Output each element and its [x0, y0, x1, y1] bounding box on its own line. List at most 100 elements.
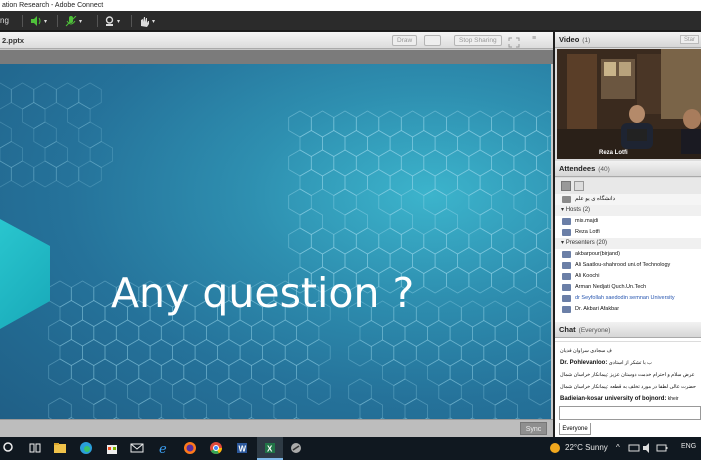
breakout-view-icon[interactable] — [574, 181, 584, 191]
presenter-row[interactable]: Ali Saatlou-shahrood uni.of Technology — [555, 260, 701, 271]
hexagon-outline — [483, 378, 507, 406]
draw-button[interactable]: Draw — [392, 35, 418, 46]
hexagon-outline — [273, 358, 297, 386]
hexagon-outline — [412, 130, 436, 157]
hexagon-outline — [472, 359, 496, 386]
hexagon-outline — [82, 378, 106, 405]
microphone-button[interactable]: ▾ — [65, 14, 82, 28]
chat-message: Badieian-kosar university of bojnord: kh… — [555, 393, 701, 405]
presenter-row[interactable]: Ali Koochi — [555, 271, 701, 282]
hexagon-outline — [524, 169, 549, 196]
mail-icon[interactable] — [130, 441, 144, 455]
host-name: Reza Lotfi — [575, 229, 600, 235]
pointer-button[interactable] — [424, 35, 441, 46]
hexagon-outline — [460, 300, 485, 328]
pod-options-icon[interactable]: ≡ — [532, 35, 536, 42]
input-language[interactable]: ENG — [681, 443, 696, 450]
app-icon[interactable] — [289, 441, 303, 455]
store-icon[interactable] — [105, 441, 119, 455]
list-view-icon[interactable] — [561, 181, 571, 191]
hexagon-outline — [404, 320, 428, 347]
hexagon-outline — [490, 266, 515, 294]
hexagon-outline — [445, 110, 470, 138]
hexagon-outline — [0, 82, 12, 110]
host-row[interactable]: Reza Lotfi — [555, 227, 701, 238]
search-icon[interactable] — [2, 441, 16, 455]
hexagon-outline — [217, 378, 241, 405]
weather-label[interactable]: 22°C Sunny — [565, 443, 608, 452]
battery-icon[interactable] — [656, 442, 668, 454]
hexagon-outline — [423, 227, 447, 255]
chat-tab-everyone[interactable]: Everyone — [559, 423, 591, 435]
internet-explorer-icon[interactable]: e — [157, 441, 171, 455]
hexagon-outline — [412, 169, 436, 196]
hexagon-outline — [449, 320, 474, 347]
hexagon-outline — [468, 188, 492, 216]
chrome-icon[interactable] — [209, 441, 223, 455]
list-item[interactable]: دانشگاه ی یو علم — [555, 194, 701, 205]
presenter-row[interactable]: dr Seyfollah saedodin semnan University — [555, 293, 701, 304]
word-icon[interactable]: W — [235, 441, 249, 455]
chat-message: حضرت عالی لطفا در مورد تخلف به قطعه :پیم… — [555, 381, 701, 393]
hexagon-outline — [393, 378, 417, 406]
hexagon-outline — [517, 320, 541, 347]
hexagon-outline — [412, 247, 436, 274]
hexagon-outline — [48, 319, 72, 347]
volume-icon[interactable] — [642, 442, 654, 454]
task-view-icon[interactable] — [28, 441, 42, 455]
hexagon-outline — [194, 339, 219, 366]
chat-input[interactable] — [559, 406, 701, 420]
presenter-row[interactable]: Arman Nedjati Quch.Un.Tech — [555, 282, 701, 293]
firefox-icon[interactable] — [183, 441, 197, 455]
attendees-pod-title: Attendees — [559, 164, 596, 173]
hexagon-outline — [355, 227, 380, 255]
presenter-row[interactable]: akbarpour(birjand) — [555, 249, 701, 260]
presenter-row[interactable]: Dr. Akbari Afakbar — [555, 304, 701, 315]
file-explorer-icon[interactable] — [53, 441, 67, 455]
hexagon-outline — [217, 339, 241, 366]
hosts-group-header[interactable]: ▾ Hosts (2) — [555, 205, 701, 216]
hexagon-outline — [423, 110, 447, 138]
weather-sun-icon[interactable] — [549, 442, 561, 454]
share-pod: 2.pptx Draw Stop Sharing ≡ Any question … — [0, 32, 553, 437]
presenters-group-header[interactable]: ▾ Presenters (20) — [555, 238, 701, 249]
toolbar-separator — [57, 15, 58, 27]
hexagon-outline — [438, 378, 462, 406]
hexagon-outline — [348, 339, 372, 367]
hexagon-outline — [82, 300, 106, 327]
hexagon-outline — [205, 319, 230, 347]
speaker-icon — [31, 16, 41, 26]
hexagon-outline — [513, 266, 537, 294]
hexagon-outline — [445, 149, 470, 177]
network-icon[interactable] — [628, 442, 640, 454]
speaker-button[interactable]: ▾ — [30, 14, 47, 28]
presenter-user-icon — [562, 284, 571, 291]
stop-sharing-button[interactable]: Stop Sharing — [454, 35, 502, 46]
sync-button[interactable]: Sync — [520, 422, 547, 435]
attendee-list: دانشگاه ی یو علم ▾ Hosts (2) mis.majdi R… — [555, 194, 701, 341]
chevron-up-icon[interactable]: ^ — [616, 443, 620, 452]
hexagon-outline — [33, 121, 57, 149]
hexagon-outline — [460, 339, 485, 367]
toolbar-separator — [131, 15, 132, 27]
chat-sender: Dr. Pohlevanloo: — [560, 360, 608, 366]
hexagon-outline — [295, 358, 320, 386]
raise-hand-icon — [141, 16, 149, 27]
start-webcam-button[interactable]: Star — [679, 35, 699, 44]
hexagon-outline — [48, 280, 72, 308]
active-app-tab[interactable]: X — [257, 437, 283, 460]
hexagon-outline — [359, 320, 383, 347]
hexagon-outline — [70, 319, 95, 347]
presenter-user-icon — [562, 251, 571, 258]
chat-message: Dr. Pohlevanloo: ب با تشکر از استادی — [555, 357, 701, 369]
host-user-icon — [562, 229, 571, 236]
status-button[interactable]: ▾ — [139, 14, 155, 28]
camera-button[interactable]: ▾ — [104, 14, 120, 28]
hexagon-outline — [423, 266, 447, 294]
edge-icon[interactable] — [79, 441, 93, 455]
host-row[interactable]: mis.majdi — [555, 216, 701, 227]
hexagon-outline — [472, 320, 496, 347]
fullscreen-icon[interactable] — [508, 35, 520, 48]
hexagon-outline — [10, 160, 35, 188]
hexagon-outline — [494, 320, 518, 347]
